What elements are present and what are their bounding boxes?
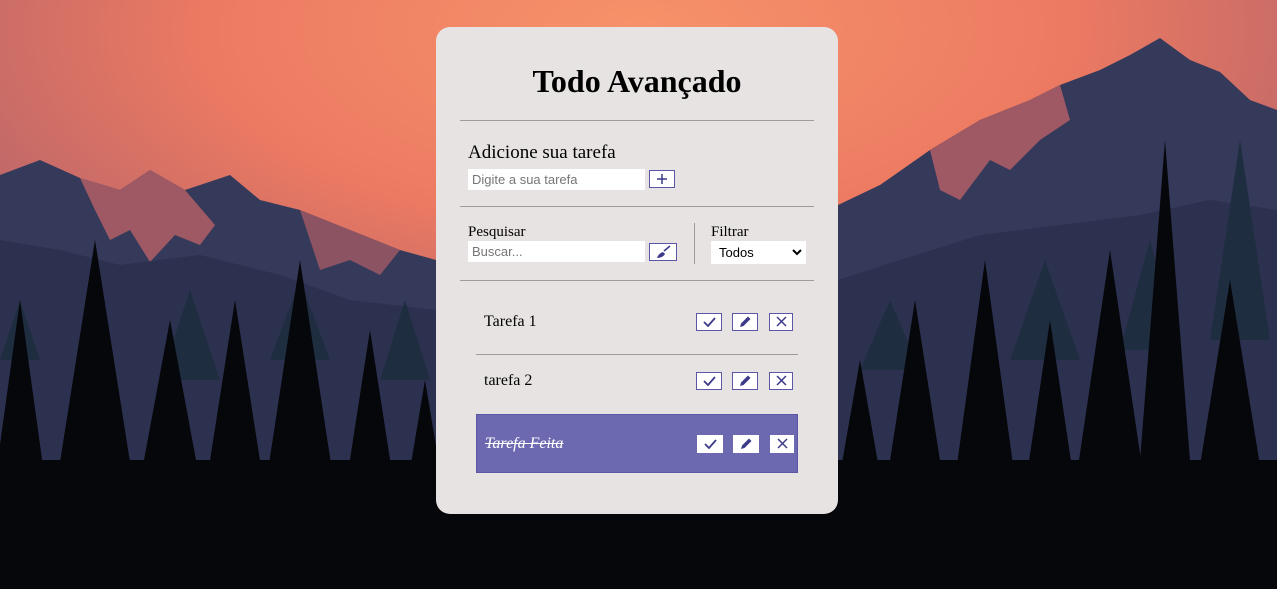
pencil-icon [739,375,750,386]
delete-todo-button[interactable] [769,312,793,331]
eraser-icon [657,245,671,258]
vertical-divider [694,223,695,264]
divider [460,280,814,281]
complete-todo-button[interactable] [696,371,722,390]
todo-item: tarefa 2 [476,351,798,410]
check-icon [703,438,717,449]
search-label: Pesquisar [468,224,526,240]
add-task-label: Adicione sua tarefa [468,142,616,163]
pencil-icon [740,438,751,449]
page-title: Todo Avançado [532,63,742,99]
close-icon [775,375,787,386]
filter-select[interactable]: Todos [711,241,806,264]
close-icon [776,438,788,449]
clear-search-button[interactable] [649,243,677,261]
check-icon [702,375,716,386]
pencil-icon [739,316,750,327]
edit-todo-button[interactable] [732,371,758,390]
divider [460,206,814,207]
add-task-button[interactable] [649,170,675,188]
add-task-input[interactable] [468,169,645,190]
search-input[interactable] [468,241,645,262]
todo-text: Tarefa Feita [485,434,564,452]
divider [460,120,814,121]
edit-todo-button[interactable] [733,434,759,453]
delete-todo-button[interactable] [770,434,794,453]
chevron-down-icon [792,249,802,256]
edit-todo-button[interactable] [732,312,758,331]
todo-text: Tarefa 1 [484,312,537,330]
close-icon [775,316,787,327]
check-icon [702,316,716,327]
complete-todo-button[interactable] [696,312,722,331]
delete-todo-button[interactable] [769,371,793,390]
filter-selected-value: Todos [719,245,754,260]
todo-text: tarefa 2 [484,371,533,389]
complete-todo-button[interactable] [697,434,723,453]
todo-item-done: Tarefa Feita [476,414,798,473]
plus-icon [657,174,667,184]
todo-card: Todo Avançado Adicione sua tarefa Pesqui… [436,27,838,514]
todo-item: Tarefa 1 [476,292,798,351]
filter-label: Filtrar [711,224,749,240]
